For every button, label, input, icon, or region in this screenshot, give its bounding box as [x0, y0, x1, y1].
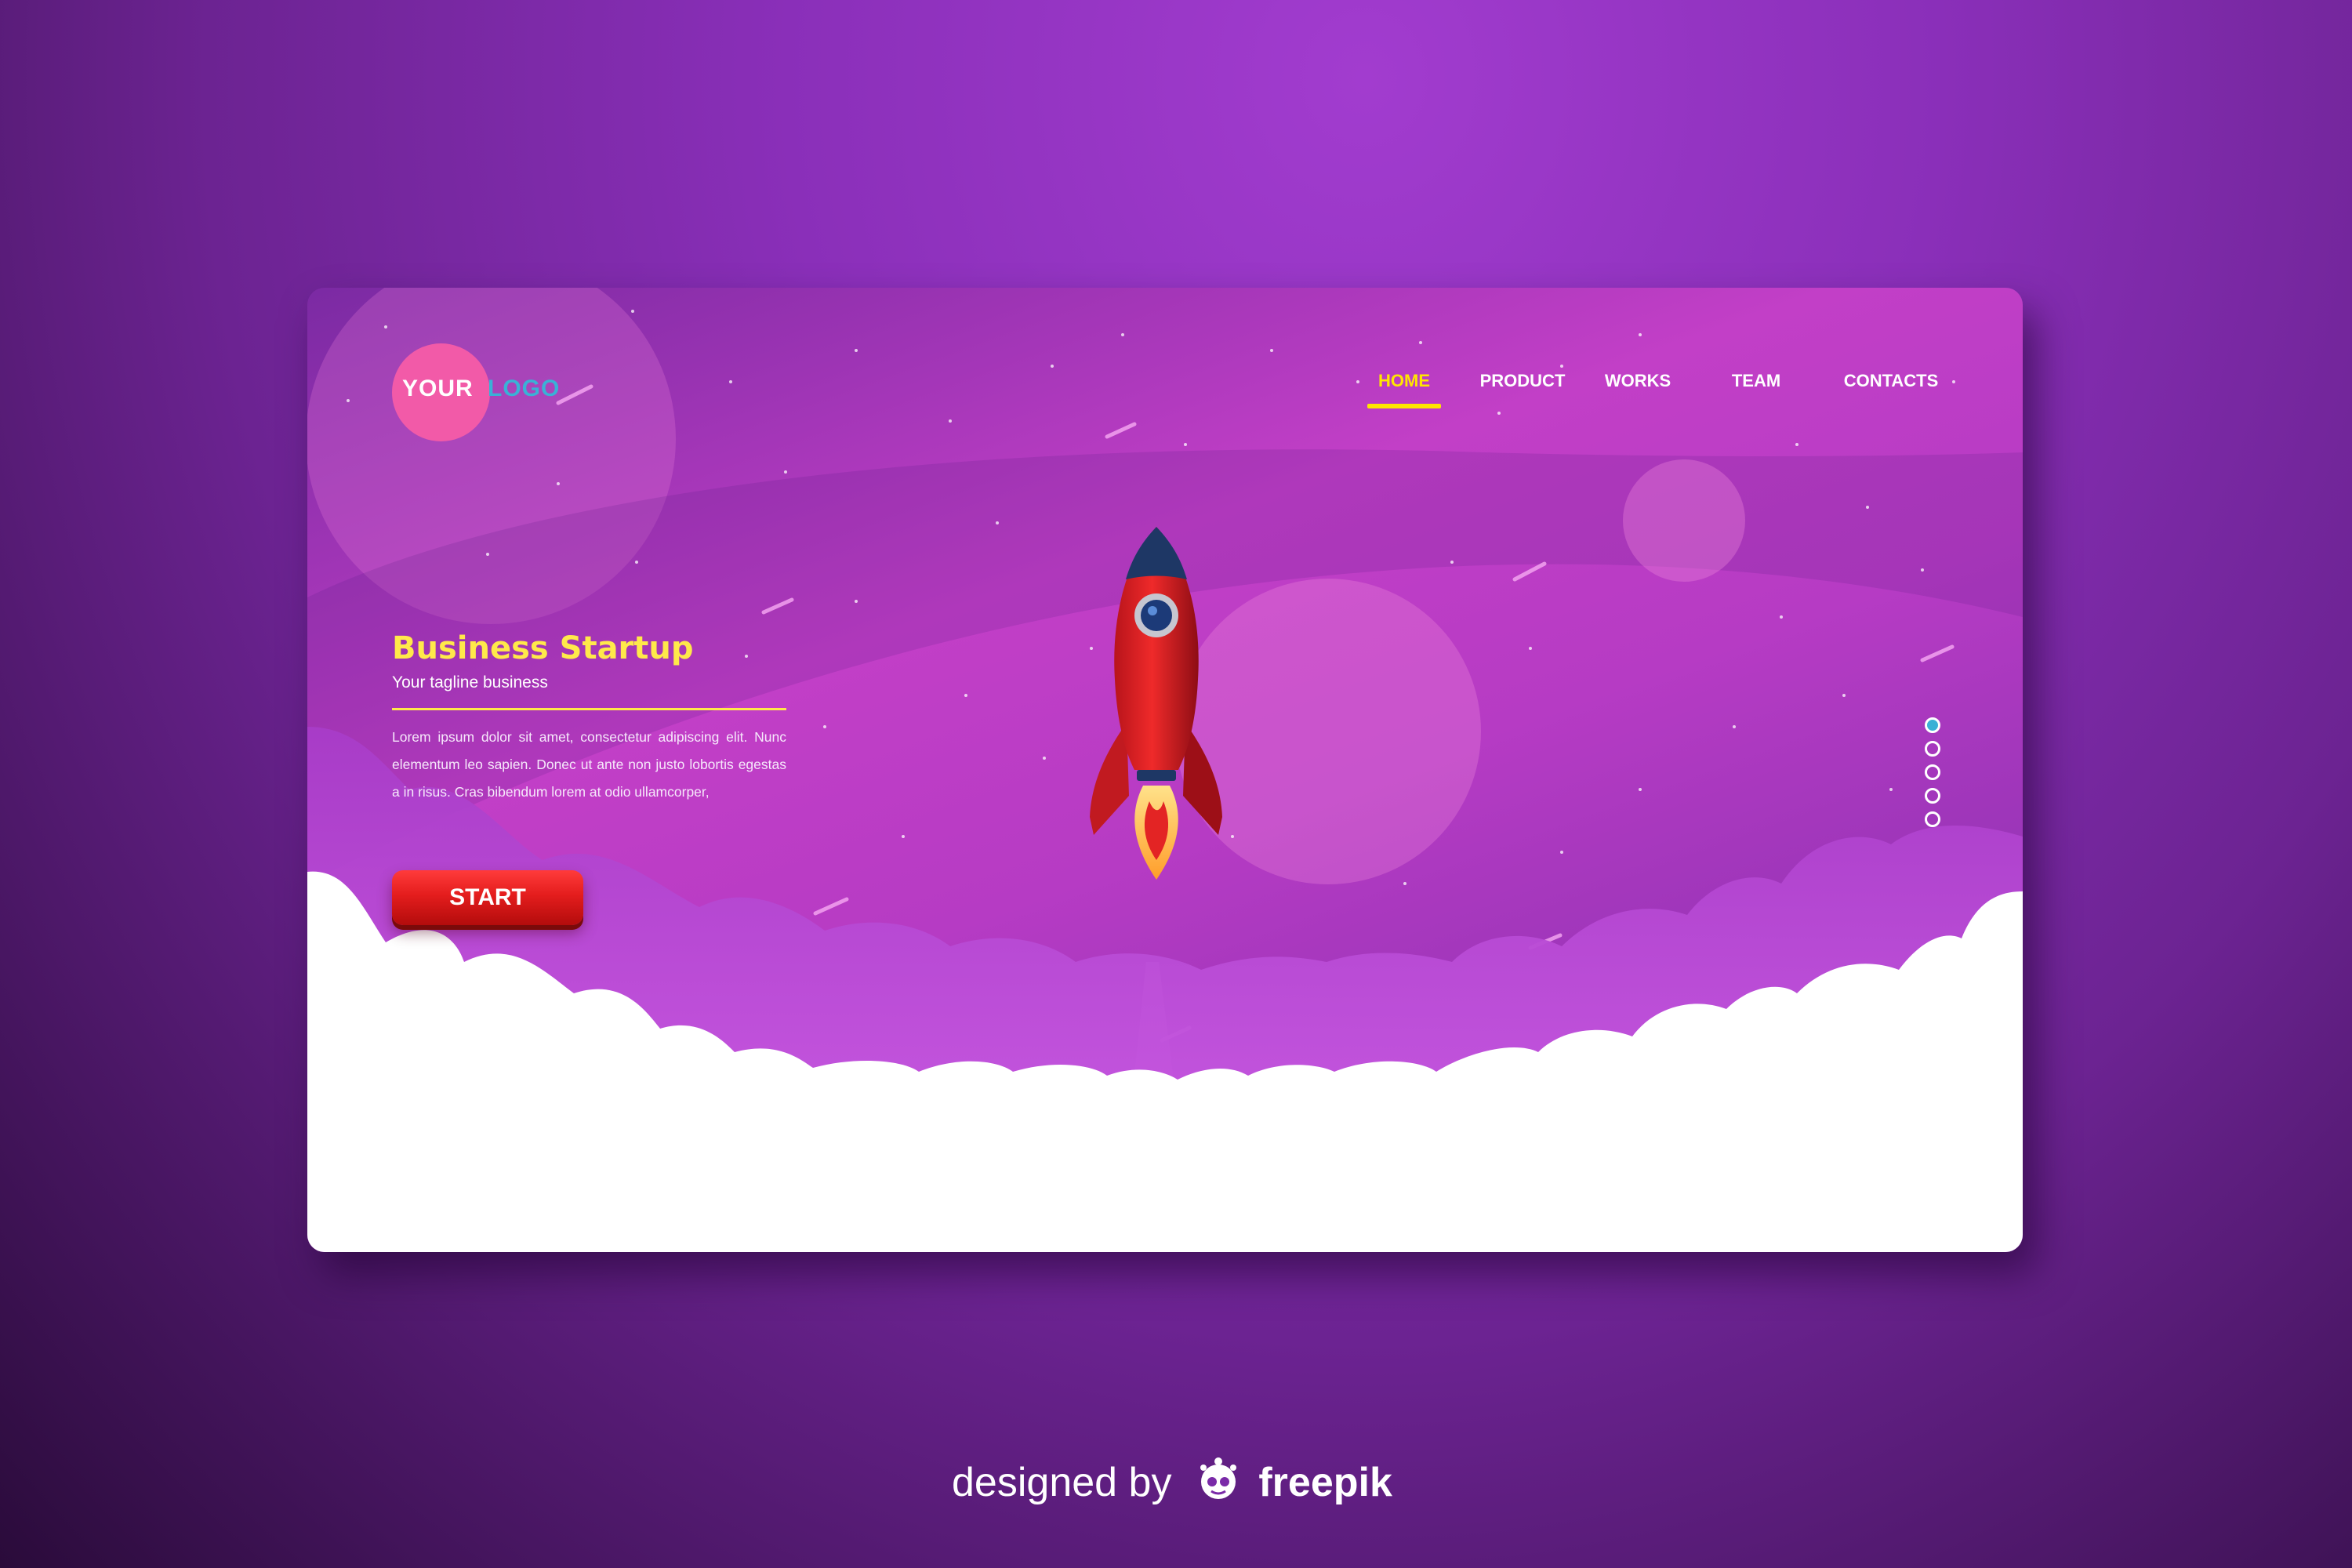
credit-prefix: designed by: [952, 1460, 1172, 1505]
pagination-dot-1[interactable]: [1925, 717, 1940, 733]
pagination-dot-4[interactable]: [1925, 788, 1940, 804]
logo-text-primary[interactable]: YOUR: [402, 376, 474, 402]
hero-description: Lorem ipsum dolor sit amet, consectetur …: [392, 729, 786, 800]
start-button[interactable]: START: [392, 870, 583, 925]
nav-product[interactable]: PRODUCT: [1475, 371, 1570, 402]
pagination-dot-2[interactable]: [1925, 741, 1940, 757]
slide-pagination: [1925, 717, 1942, 835]
nav-team[interactable]: TEAM: [1725, 371, 1788, 402]
footer-credit: designed by freepik: [952, 1457, 1392, 1506]
hero-title: Business Startup: [392, 630, 694, 666]
freepik-logo-icon: [1200, 1457, 1236, 1499]
nav-contacts[interactable]: CONTACTS: [1836, 371, 1946, 402]
pagination-dot-5[interactable]: [1925, 811, 1940, 827]
landing-card: YOUR LOGO HOME PRODUCT WORKS TEAM CONTAC…: [307, 288, 2023, 1252]
hero-tagline: Your tagline business: [392, 673, 548, 691]
nav-home[interactable]: HOME: [1367, 371, 1441, 408]
nav-works[interactable]: WORKS: [1602, 371, 1673, 402]
logo-text-secondary[interactable]: LOGO: [488, 376, 560, 402]
pagination-dot-3[interactable]: [1925, 764, 1940, 780]
title-underline: [392, 708, 786, 710]
credit-brand: freepik: [1258, 1460, 1392, 1505]
